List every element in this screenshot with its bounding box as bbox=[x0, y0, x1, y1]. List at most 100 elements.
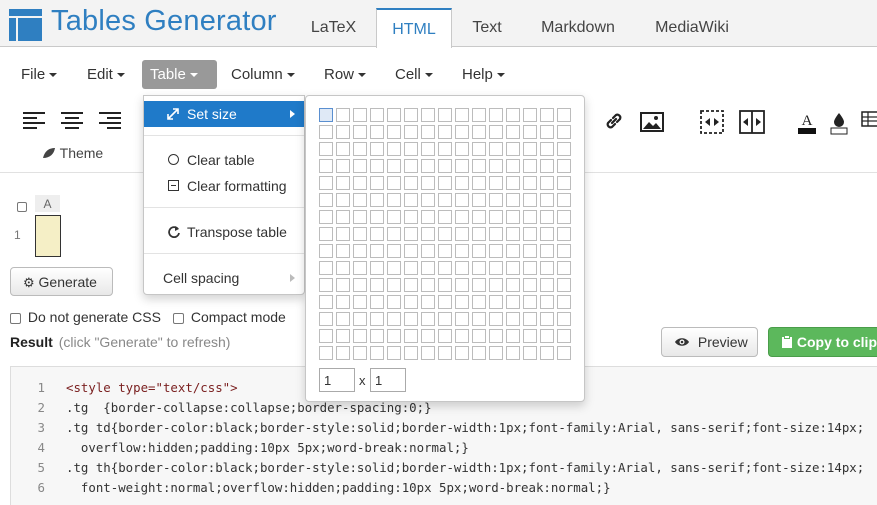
size-grid-cell[interactable] bbox=[336, 142, 350, 156]
size-grid-cell[interactable] bbox=[387, 261, 401, 275]
size-grid-cell[interactable] bbox=[557, 244, 571, 258]
size-grid-cell[interactable] bbox=[404, 346, 418, 360]
size-grid-cell[interactable] bbox=[404, 295, 418, 309]
size-grid-cell[interactable] bbox=[387, 210, 401, 224]
size-grid-cell[interactable] bbox=[336, 329, 350, 343]
size-grid-cell[interactable] bbox=[472, 261, 486, 275]
size-grid-cell[interactable] bbox=[489, 312, 503, 326]
menu-item-clear-formatting[interactable]: Clear formatting bbox=[144, 173, 304, 199]
size-grid-cell[interactable] bbox=[472, 278, 486, 292]
size-grid-cell[interactable] bbox=[353, 227, 367, 241]
tab-html[interactable]: HTML bbox=[376, 8, 452, 48]
size-grid-cell[interactable] bbox=[472, 295, 486, 309]
size-grid-cell[interactable] bbox=[336, 159, 350, 173]
size-grid-cell[interactable] bbox=[557, 142, 571, 156]
size-grid-cell[interactable] bbox=[387, 329, 401, 343]
size-grid-cell[interactable] bbox=[438, 261, 452, 275]
size-grid-cell[interactable] bbox=[489, 295, 503, 309]
tab-markdown[interactable]: Markdown bbox=[527, 8, 629, 48]
select-all-checkbox[interactable] bbox=[17, 198, 27, 216]
size-grid-cell[interactable] bbox=[421, 346, 435, 360]
size-grid-cell[interactable] bbox=[370, 193, 384, 207]
size-grid-cell[interactable] bbox=[404, 176, 418, 190]
size-grid-cell[interactable] bbox=[387, 159, 401, 173]
size-grid-cell[interactable] bbox=[455, 159, 469, 173]
compact-mode-checkbox[interactable] bbox=[173, 312, 184, 324]
size-grid-cell[interactable] bbox=[557, 108, 571, 122]
size-grid-cell[interactable] bbox=[557, 346, 571, 360]
size-grid-cell[interactable] bbox=[438, 312, 452, 326]
size-grid-cell[interactable] bbox=[336, 244, 350, 258]
size-grid-cell[interactable] bbox=[421, 159, 435, 173]
size-grid-cell[interactable] bbox=[319, 193, 333, 207]
size-grid-cell[interactable] bbox=[523, 261, 537, 275]
size-grid-cell[interactable] bbox=[489, 193, 503, 207]
size-grid-cell[interactable] bbox=[540, 261, 554, 275]
size-grid-cell[interactable] bbox=[370, 176, 384, 190]
size-grid-cell[interactable] bbox=[387, 193, 401, 207]
size-grid-cell[interactable] bbox=[506, 261, 520, 275]
size-grid-cell[interactable] bbox=[387, 312, 401, 326]
size-grid-cell[interactable] bbox=[336, 278, 350, 292]
size-grid-cell[interactable] bbox=[319, 312, 333, 326]
size-grid-cell[interactable] bbox=[472, 108, 486, 122]
menu-column[interactable]: Column bbox=[223, 60, 303, 89]
size-grid-cell[interactable] bbox=[421, 295, 435, 309]
link-icon[interactable] bbox=[603, 110, 625, 132]
size-grid-cell[interactable] bbox=[455, 329, 469, 343]
size-grid-cell[interactable] bbox=[523, 278, 537, 292]
size-grid-cell[interactable] bbox=[370, 295, 384, 309]
align-right-icon[interactable] bbox=[99, 111, 121, 129]
size-grid-cell[interactable] bbox=[404, 244, 418, 258]
size-grid-cell[interactable] bbox=[421, 227, 435, 241]
size-grid-cell[interactable] bbox=[557, 176, 571, 190]
size-grid-cell[interactable] bbox=[506, 329, 520, 343]
size-grid-cell[interactable] bbox=[557, 278, 571, 292]
size-grid-cell[interactable] bbox=[523, 244, 537, 258]
size-grid-cell[interactable] bbox=[353, 159, 367, 173]
size-grid-cell[interactable] bbox=[540, 346, 554, 360]
size-grid-cell[interactable] bbox=[540, 125, 554, 139]
size-grid-cell[interactable] bbox=[319, 176, 333, 190]
size-grid-cell[interactable] bbox=[370, 329, 384, 343]
size-grid-cell[interactable] bbox=[472, 142, 486, 156]
size-grid-cell[interactable] bbox=[353, 176, 367, 190]
size-grid-cell[interactable] bbox=[387, 278, 401, 292]
size-grid-cell[interactable] bbox=[506, 108, 520, 122]
size-grid-cell[interactable] bbox=[506, 193, 520, 207]
size-grid-cell[interactable] bbox=[455, 244, 469, 258]
size-grid-cell[interactable] bbox=[489, 227, 503, 241]
size-grid-cell[interactable] bbox=[353, 278, 367, 292]
size-grid-cell[interactable] bbox=[540, 295, 554, 309]
size-grid-cell[interactable] bbox=[489, 210, 503, 224]
size-grid-cell[interactable] bbox=[455, 176, 469, 190]
size-grid-cell[interactable] bbox=[506, 227, 520, 241]
size-grid-cell[interactable] bbox=[353, 346, 367, 360]
size-grid-cell[interactable] bbox=[523, 193, 537, 207]
size-grid-cell[interactable] bbox=[336, 176, 350, 190]
size-grid-cell[interactable] bbox=[319, 295, 333, 309]
compact-mode-option[interactable]: Compact mode bbox=[173, 309, 286, 325]
size-grid-cell[interactable] bbox=[489, 108, 503, 122]
menu-file[interactable]: File bbox=[13, 60, 65, 89]
size-grid-cell[interactable] bbox=[438, 108, 452, 122]
size-grid-cell[interactable] bbox=[319, 142, 333, 156]
size-grid-cell[interactable] bbox=[455, 227, 469, 241]
size-grid-cell[interactable] bbox=[557, 329, 571, 343]
size-grid-cell[interactable] bbox=[523, 312, 537, 326]
size-grid-cell[interactable] bbox=[506, 244, 520, 258]
tab-text[interactable]: Text bbox=[456, 8, 518, 48]
size-grid-cell[interactable] bbox=[557, 227, 571, 241]
menu-item-clear-table[interactable]: Clear table bbox=[144, 147, 304, 173]
size-grid-cell[interactable] bbox=[506, 346, 520, 360]
size-grid-cell[interactable] bbox=[387, 108, 401, 122]
size-grid-cell[interactable] bbox=[370, 261, 384, 275]
size-grid-cell[interactable] bbox=[472, 346, 486, 360]
rows-input[interactable] bbox=[319, 368, 355, 392]
size-grid-cell[interactable] bbox=[319, 125, 333, 139]
size-grid-cell[interactable] bbox=[489, 346, 503, 360]
size-grid-cell[interactable] bbox=[489, 159, 503, 173]
size-grid-cell[interactable] bbox=[370, 108, 384, 122]
size-grid-cell[interactable] bbox=[353, 329, 367, 343]
size-grid-cell[interactable] bbox=[421, 193, 435, 207]
